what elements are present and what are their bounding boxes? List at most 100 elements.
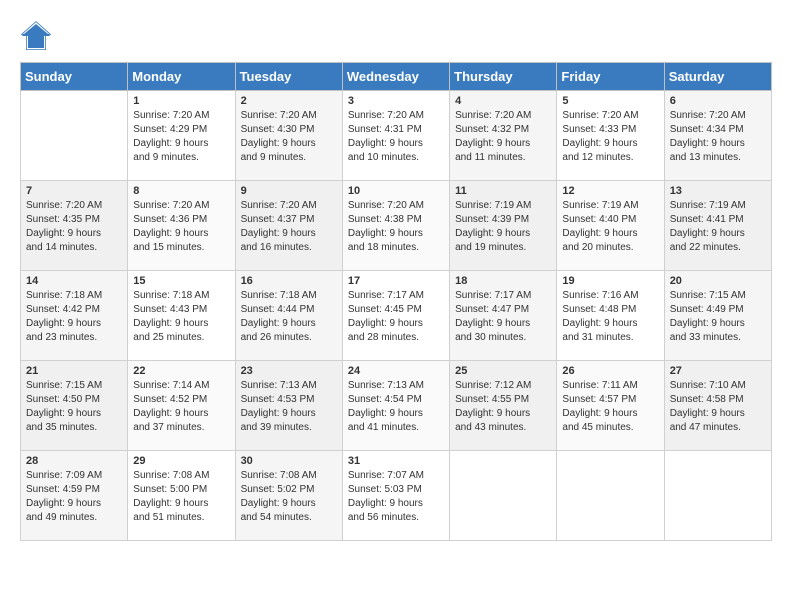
day-number: 31 bbox=[348, 455, 444, 467]
day-info: Sunrise: 7:20 AM Sunset: 4:30 PM Dayligh… bbox=[241, 109, 337, 165]
day-cell: 10 Sunrise: 7:20 AM Sunset: 4:38 PM Dayli… bbox=[342, 181, 449, 271]
day-info: Sunrise: 7:17 AM Sunset: 4:45 PM Dayligh… bbox=[348, 289, 444, 345]
day-number: 15 bbox=[133, 275, 229, 287]
day-info: Sunrise: 7:08 AM Sunset: 5:02 PM Dayligh… bbox=[241, 469, 337, 525]
day-number: 28 bbox=[26, 455, 122, 467]
day-info: Sunrise: 7:17 AM Sunset: 4:47 PM Dayligh… bbox=[455, 289, 551, 345]
day-number: 4 bbox=[455, 95, 551, 107]
day-info: Sunrise: 7:10 AM Sunset: 4:58 PM Dayligh… bbox=[670, 379, 766, 435]
header-cell-friday: Friday bbox=[557, 63, 664, 91]
day-cell: 19 Sunrise: 7:16 AM Sunset: 4:48 PM Dayli… bbox=[557, 271, 664, 361]
day-cell: 20 Sunrise: 7:15 AM Sunset: 4:49 PM Dayli… bbox=[664, 271, 771, 361]
day-number: 1 bbox=[133, 95, 229, 107]
day-number: 13 bbox=[670, 185, 766, 197]
day-cell: 18Sunrise: 7:17 AM Sunset: 4:47 PM Dayli… bbox=[450, 271, 557, 361]
header-cell-saturday: Saturday bbox=[664, 63, 771, 91]
header-cell-wednesday: Wednesday bbox=[342, 63, 449, 91]
day-info: Sunrise: 7:15 AM Sunset: 4:50 PM Dayligh… bbox=[26, 379, 122, 435]
logo-icon bbox=[20, 20, 52, 52]
day-number: 27 bbox=[670, 365, 766, 377]
day-number: 17 bbox=[348, 275, 444, 287]
day-info: Sunrise: 7:18 AM Sunset: 4:43 PM Dayligh… bbox=[133, 289, 229, 345]
day-number: 10 bbox=[348, 185, 444, 197]
day-cell: 31 Sunrise: 7:07 AM Sunset: 5:03 PM Dayli… bbox=[342, 451, 449, 541]
day-info: Sunrise: 7:20 AM Sunset: 4:32 PM Dayligh… bbox=[455, 109, 551, 165]
day-number: 7 bbox=[26, 185, 122, 197]
day-cell: 13Sunrise: 7:19 AM Sunset: 4:41 PM Dayli… bbox=[664, 181, 771, 271]
day-info: Sunrise: 7:18 AM Sunset: 4:44 PM Dayligh… bbox=[241, 289, 337, 345]
week-row-4: 28 Sunrise: 7:09 AM Sunset: 4:59 PM Dayli… bbox=[21, 451, 772, 541]
header-cell-thursday: Thursday bbox=[450, 63, 557, 91]
day-info: Sunrise: 7:20 AM Sunset: 4:34 PM Dayligh… bbox=[670, 109, 766, 165]
day-number: 29 bbox=[133, 455, 229, 467]
day-number: 9 bbox=[241, 185, 337, 197]
day-cell: 30 Sunrise: 7:08 AM Sunset: 5:02 PM Dayli… bbox=[235, 451, 342, 541]
day-info: Sunrise: 7:20 AM Sunset: 4:38 PM Dayligh… bbox=[348, 199, 444, 255]
day-info: Sunrise: 7:13 AM Sunset: 4:54 PM Dayligh… bbox=[348, 379, 444, 435]
day-number: 14 bbox=[26, 275, 122, 287]
day-info: Sunrise: 7:20 AM Sunset: 4:31 PM Dayligh… bbox=[348, 109, 444, 165]
day-number: 8 bbox=[133, 185, 229, 197]
day-cell: 11 Sunrise: 7:19 AM Sunset: 4:39 PM Dayli… bbox=[450, 181, 557, 271]
day-cell: 28 Sunrise: 7:09 AM Sunset: 4:59 PM Dayli… bbox=[21, 451, 128, 541]
day-number: 2 bbox=[241, 95, 337, 107]
day-number: 3 bbox=[348, 95, 444, 107]
day-cell: 29 Sunrise: 7:08 AM Sunset: 5:00 PM Dayli… bbox=[128, 451, 235, 541]
day-cell: 26 Sunrise: 7:11 AM Sunset: 4:57 PM Dayli… bbox=[557, 361, 664, 451]
week-row-2: 14 Sunrise: 7:18 AM Sunset: 4:42 PM Dayli… bbox=[21, 271, 772, 361]
day-cell bbox=[664, 451, 771, 541]
day-info: Sunrise: 7:20 AM Sunset: 4:35 PM Dayligh… bbox=[26, 199, 122, 255]
day-cell: 21Sunrise: 7:15 AM Sunset: 4:50 PM Dayli… bbox=[21, 361, 128, 451]
day-cell: 17 Sunrise: 7:17 AM Sunset: 4:45 PM Dayli… bbox=[342, 271, 449, 361]
day-info: Sunrise: 7:20 AM Sunset: 4:36 PM Dayligh… bbox=[133, 199, 229, 255]
day-number: 23 bbox=[241, 365, 337, 377]
day-info: Sunrise: 7:09 AM Sunset: 4:59 PM Dayligh… bbox=[26, 469, 122, 525]
day-number: 5 bbox=[562, 95, 658, 107]
day-cell: 24 Sunrise: 7:13 AM Sunset: 4:54 PM Dayli… bbox=[342, 361, 449, 451]
day-info: Sunrise: 7:14 AM Sunset: 4:52 PM Dayligh… bbox=[133, 379, 229, 435]
day-info: Sunrise: 7:18 AM Sunset: 4:42 PM Dayligh… bbox=[26, 289, 122, 345]
day-cell: 14 Sunrise: 7:18 AM Sunset: 4:42 PM Dayli… bbox=[21, 271, 128, 361]
day-number: 25 bbox=[455, 365, 551, 377]
day-cell bbox=[21, 91, 128, 181]
day-number: 30 bbox=[241, 455, 337, 467]
day-number: 11 bbox=[455, 185, 551, 197]
day-info: Sunrise: 7:20 AM Sunset: 4:29 PM Dayligh… bbox=[133, 109, 229, 165]
day-number: 26 bbox=[562, 365, 658, 377]
day-number: 24 bbox=[348, 365, 444, 377]
day-info: Sunrise: 7:08 AM Sunset: 5:00 PM Dayligh… bbox=[133, 469, 229, 525]
page-header bbox=[20, 20, 772, 52]
header-row: SundayMondayTuesdayWednesdayThursdayFrid… bbox=[21, 63, 772, 91]
day-number: 6 bbox=[670, 95, 766, 107]
day-info: Sunrise: 7:12 AM Sunset: 4:55 PM Dayligh… bbox=[455, 379, 551, 435]
header-cell-sunday: Sunday bbox=[21, 63, 128, 91]
day-info: Sunrise: 7:11 AM Sunset: 4:57 PM Dayligh… bbox=[562, 379, 658, 435]
day-cell: 23 Sunrise: 7:13 AM Sunset: 4:53 PM Dayli… bbox=[235, 361, 342, 451]
day-info: Sunrise: 7:07 AM Sunset: 5:03 PM Dayligh… bbox=[348, 469, 444, 525]
day-info: Sunrise: 7:19 AM Sunset: 4:40 PM Dayligh… bbox=[562, 199, 658, 255]
day-cell: 3 Sunrise: 7:20 AM Sunset: 4:31 PM Daylig… bbox=[342, 91, 449, 181]
day-cell bbox=[557, 451, 664, 541]
day-cell bbox=[450, 451, 557, 541]
day-number: 20 bbox=[670, 275, 766, 287]
day-number: 12 bbox=[562, 185, 658, 197]
day-info: Sunrise: 7:15 AM Sunset: 4:49 PM Dayligh… bbox=[670, 289, 766, 345]
day-number: 16 bbox=[241, 275, 337, 287]
day-info: Sunrise: 7:19 AM Sunset: 4:39 PM Dayligh… bbox=[455, 199, 551, 255]
day-cell: 5Sunrise: 7:20 AM Sunset: 4:33 PM Daylig… bbox=[557, 91, 664, 181]
day-cell: 15 Sunrise: 7:18 AM Sunset: 4:43 PM Dayli… bbox=[128, 271, 235, 361]
header-cell-monday: Monday bbox=[128, 63, 235, 91]
logo bbox=[20, 20, 56, 52]
week-row-1: 7 Sunrise: 7:20 AM Sunset: 4:35 PM Daylig… bbox=[21, 181, 772, 271]
day-number: 22 bbox=[133, 365, 229, 377]
day-number: 19 bbox=[562, 275, 658, 287]
day-cell: 7 Sunrise: 7:20 AM Sunset: 4:35 PM Daylig… bbox=[21, 181, 128, 271]
day-cell: 22 Sunrise: 7:14 AM Sunset: 4:52 PM Dayli… bbox=[128, 361, 235, 451]
day-info: Sunrise: 7:16 AM Sunset: 4:48 PM Dayligh… bbox=[562, 289, 658, 345]
day-cell: 1 Sunrise: 7:20 AM Sunset: 4:29 PM Daylig… bbox=[128, 91, 235, 181]
header-cell-tuesday: Tuesday bbox=[235, 63, 342, 91]
day-cell: 9Sunrise: 7:20 AM Sunset: 4:37 PM Daylig… bbox=[235, 181, 342, 271]
day-cell: 25 Sunrise: 7:12 AM Sunset: 4:55 PM Dayli… bbox=[450, 361, 557, 451]
day-cell: 27 Sunrise: 7:10 AM Sunset: 4:58 PM Dayli… bbox=[664, 361, 771, 451]
day-info: Sunrise: 7:13 AM Sunset: 4:53 PM Dayligh… bbox=[241, 379, 337, 435]
